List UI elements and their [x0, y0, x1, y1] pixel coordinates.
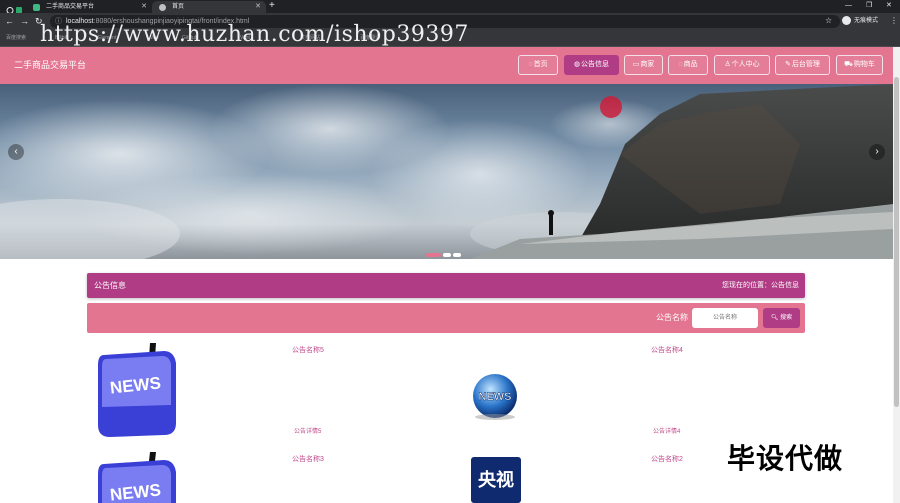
banner-carousel[interactable]: ‹ › [0, 84, 893, 259]
close-tab-icon[interactable]: ✕ [141, 1, 147, 13]
browser-tab-strip: 二手商品交易平台 ✕ 首页 ✕ + — ❐ ✕ [0, 0, 900, 14]
search-input[interactable] [692, 308, 758, 328]
profile-label: 无痕模式 [854, 18, 879, 25]
goods-icon: ◌ [678, 61, 683, 68]
bookmark-item[interactable]: 百度搜索 [6, 33, 26, 44]
nav-goods-button[interactable]: ◌商品 [668, 55, 708, 75]
vue-logo-icon [33, 4, 40, 11]
browser-tab[interactable]: 二手商品交易平台 ✕ [26, 1, 152, 13]
carousel-indicators [426, 244, 463, 257]
carousel-dot[interactable] [426, 253, 441, 257]
tab-search-icon[interactable] [6, 2, 22, 14]
news-keyboard-image[interactable]: NEWS [96, 343, 180, 438]
carousel-prev-icon[interactable]: ‹ [8, 144, 24, 160]
close-window-icon[interactable]: ✕ [886, 0, 892, 12]
minimize-icon[interactable]: — [845, 0, 852, 12]
admin-icon: ✎ [785, 61, 791, 68]
nav-cart-button[interactable]: ⛟购物车 [836, 55, 883, 75]
cctv-news-image[interactable]: 央视 [471, 457, 521, 503]
carousel-dot[interactable] [443, 253, 451, 257]
promo-overlay-text: 毕设代做 [727, 442, 844, 475]
scrollbar-thumb[interactable] [894, 77, 899, 407]
nav-notice-button[interactable]: ◍公告信息 [564, 55, 619, 75]
profile-button[interactable]: 无痕模式 [842, 16, 878, 27]
notice-detail[interactable]: 公告详情5 [294, 428, 321, 437]
nav-home-button[interactable]: ◌首页 [518, 55, 558, 75]
search-icon: 🔍︎ [770, 315, 779, 321]
cart-icon: ⛟ [844, 61, 853, 68]
watermark-url: https://www.huzhan.com/ishop39397 [40, 22, 469, 47]
new-tab-icon[interactable]: + [269, 0, 275, 12]
globe-icon [159, 4, 166, 11]
news-globe-image[interactable]: NEWS [467, 372, 523, 422]
home-icon: ◌ [528, 61, 533, 68]
page-scrollbar[interactable] [893, 47, 900, 503]
browser-tab-active[interactable]: 首页 ✕ [152, 1, 266, 13]
search-bar: 公告名称 🔍︎ 搜索 [87, 303, 805, 333]
section-title: 公告信息 [94, 281, 126, 290]
nav-merchant-button[interactable]: ▭商家 [624, 55, 663, 75]
search-button[interactable]: 🔍︎ 搜索 [763, 308, 800, 328]
incognito-icon [842, 16, 851, 25]
browser-tab-title: 首页 [172, 4, 185, 10]
notice-title[interactable]: 公告名称3 [292, 455, 324, 465]
chat-icon: ◍ [573, 61, 581, 68]
carousel-dot[interactable] [453, 253, 461, 257]
nav-admin-button[interactable]: ✎后台管理 [775, 55, 830, 75]
close-tab-icon[interactable]: ✕ [255, 1, 261, 13]
carousel-next-icon[interactable]: › [869, 144, 885, 160]
user-icon: ♙ [724, 61, 731, 68]
app-header: 二手商品交易平台 ◌首页 ◍公告信息 ▭商家 ◌商品 ♙个人中心 ✎后台管理 ⛟… [0, 47, 893, 84]
news-keyboard-image[interactable]: NEWS [96, 452, 180, 503]
news-thumb-text: NEWS [479, 391, 512, 403]
notice-title[interactable]: 公告名称2 [651, 455, 683, 465]
back-icon[interactable]: ← [5, 15, 14, 28]
breadcrumb: 您现在的位置：公告信息 [722, 282, 799, 289]
store-icon: ▭ [632, 61, 640, 68]
maximize-icon[interactable]: ❐ [866, 0, 872, 12]
notice-title[interactable]: 公告名称5 [292, 346, 324, 356]
bookmark-star-icon[interactable]: ☆ [825, 16, 832, 25]
browser-tab-title: 二手商品交易平台 [46, 4, 95, 10]
cctv-thumb-text: 央视 [478, 469, 514, 491]
notice-detail[interactable]: 公告详情4 [653, 428, 680, 437]
section-title-bar: 公告信息 您现在的位置：公告信息 [87, 273, 805, 298]
banner-image [0, 84, 893, 259]
brand-title: 二手商品交易平台 [14, 60, 87, 70]
mouse-cursor-highlight [600, 96, 622, 118]
forward-icon[interactable]: → [20, 15, 29, 28]
nav-profile-button[interactable]: ♙个人中心 [714, 55, 770, 75]
notice-title[interactable]: 公告名称4 [651, 346, 683, 356]
search-label: 公告名称 [656, 313, 688, 322]
menu-kebab-icon[interactable]: ⋮ [890, 16, 898, 25]
